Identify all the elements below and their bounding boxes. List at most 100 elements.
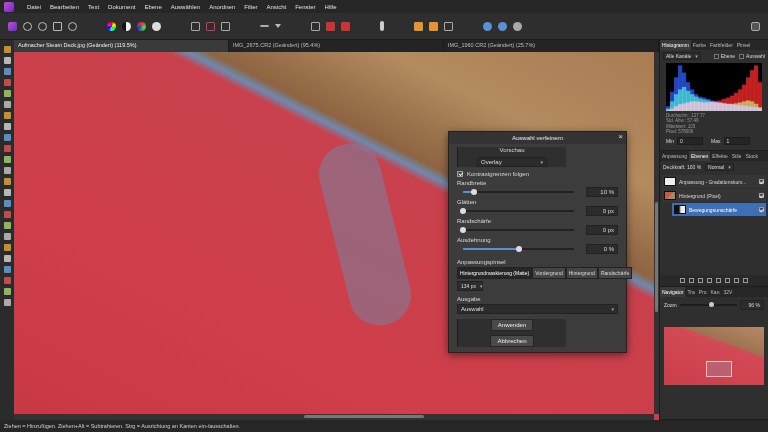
tool-icon[interactable]: [4, 167, 11, 174]
panel-tab[interactable]: Histogramm: [660, 40, 691, 50]
visibility-checkbox[interactable]: [759, 193, 764, 198]
tool-icon[interactable]: [4, 90, 11, 97]
layer-action-icon[interactable]: [743, 278, 748, 283]
snapping-icon[interactable]: [498, 22, 507, 31]
document-tab[interactable]: Aufmacher Steam Deck.jpg (Geändert) (119…: [14, 40, 229, 52]
quick-mask-icon[interactable]: [260, 25, 269, 27]
slider[interactable]: [463, 191, 574, 193]
menu-item[interactable]: Fenster: [295, 4, 315, 10]
tool-icon[interactable]: [4, 211, 11, 218]
panel-tab[interactable]: Pinsel: [735, 40, 753, 50]
value-field[interactable]: 10 %: [586, 187, 618, 197]
visibility-checkbox[interactable]: [759, 207, 764, 212]
menu-item[interactable]: Hilfe: [325, 4, 337, 10]
arrange-icon[interactable]: [414, 22, 423, 31]
tool-icon[interactable]: [4, 244, 11, 251]
layer-row[interactable]: Bewegungsunschärfe: [672, 203, 766, 216]
slider[interactable]: [463, 229, 574, 231]
photo-persona-icon[interactable]: [8, 22, 17, 31]
tool-icon[interactable]: [4, 189, 11, 196]
panel-tab[interactable]: Navigator: [660, 287, 685, 297]
navigator-preview[interactable]: [664, 327, 764, 385]
menu-item[interactable]: Text: [88, 4, 99, 10]
panel-tab[interactable]: Tra: [685, 287, 696, 297]
canvas[interactable]: Auswahl verfeinern×VorschauOverlay▾Kontr…: [14, 52, 659, 420]
document-tab[interactable]: IMG_1960.CR2 (Geändert) (25.7%): [444, 40, 659, 52]
arrange-icon[interactable]: [444, 22, 453, 31]
panel-tab[interactable]: Ebenen: [689, 151, 710, 161]
hsl-icon[interactable]: [137, 22, 146, 31]
panel-tab[interactable]: Pro: [697, 287, 709, 297]
tool-icon[interactable]: [4, 79, 11, 86]
document-tab[interactable]: IMG_2675.CR2 (Geändert) (95.4%): [229, 40, 444, 52]
panel-tab[interactable]: Stock: [744, 151, 761, 161]
color-wheel-icon[interactable]: [107, 22, 116, 31]
visibility-checkbox[interactable]: [759, 179, 764, 184]
layer-action-icon[interactable]: [725, 278, 730, 283]
levels-icon[interactable]: [122, 22, 131, 31]
brush-mode-button[interactable]: Hintergrundmaskierung (Matte): [457, 267, 532, 279]
value-field[interactable]: 0 px: [586, 206, 618, 216]
mode-icon[interactable]: [326, 22, 335, 31]
tool-icon[interactable]: [4, 266, 11, 273]
white-balance-icon[interactable]: [152, 22, 161, 31]
panel-tab[interactable]: Kan: [709, 287, 722, 297]
option-checkbox[interactable]: Auswahl: [739, 53, 765, 59]
mode-icon[interactable]: [311, 22, 320, 31]
slider[interactable]: [463, 210, 574, 212]
tool-icon[interactable]: [4, 222, 11, 229]
preview-dropdown[interactable]: Overlay▾: [477, 157, 547, 167]
panel-tab[interactable]: 32V: [721, 287, 734, 297]
tool-icon[interactable]: [4, 255, 11, 262]
tool-icon[interactable]: [4, 101, 11, 108]
blend-mode-dropdown[interactable]: Normal▾: [705, 163, 734, 171]
brush-mode-button[interactable]: Randschärfe: [598, 267, 632, 279]
brush-mode-button[interactable]: Hintergrund: [566, 267, 598, 279]
layer-action-icon[interactable]: [716, 278, 721, 283]
horizontal-scrollbar[interactable]: [14, 414, 654, 420]
assistant-icon[interactable]: [483, 22, 492, 31]
brush-mode-button[interactable]: Vordergrund: [532, 267, 566, 279]
vertical-scrollbar[interactable]: [654, 52, 659, 414]
invert-icon[interactable]: [221, 22, 230, 31]
panel-tab[interactable]: Anpassung: [660, 151, 689, 161]
liquify-persona-icon[interactable]: [23, 22, 32, 31]
value-field[interactable]: 0 px: [586, 225, 618, 235]
panel-tab[interactable]: Farbfelder: [708, 40, 735, 50]
arrange-icon[interactable]: [429, 22, 438, 31]
channel-dropdown[interactable]: Alle Kanäle▾: [663, 52, 701, 60]
tool-icon[interactable]: [4, 112, 11, 119]
output-dropdown[interactable]: Auswahl▾: [457, 304, 618, 314]
checkbox-icon[interactable]: [457, 171, 463, 177]
menu-item[interactable]: Datei: [27, 4, 41, 10]
menu-item[interactable]: Dokument: [108, 4, 135, 10]
tool-icon[interactable]: [4, 134, 11, 141]
develop-persona-icon[interactable]: [38, 22, 47, 31]
brush-size-dropdown[interactable]: 134 px▾: [457, 281, 483, 291]
layer-action-icon[interactable]: [680, 278, 685, 283]
layer-row[interactable]: Anpassung - Gradationskurv...: [662, 175, 766, 188]
dropdown-icon[interactable]: [275, 24, 281, 28]
user-icon[interactable]: [751, 22, 760, 31]
tool-icon[interactable]: [4, 57, 11, 64]
menu-item[interactable]: Ansicht: [267, 4, 287, 10]
layer-action-icon[interactable]: [689, 278, 694, 283]
dialog-button[interactable]: Abbrechen: [490, 335, 533, 347]
tool-icon[interactable]: [4, 288, 11, 295]
menu-item[interactable]: Ebene: [144, 4, 161, 10]
tool-icon[interactable]: [4, 299, 11, 306]
tool-icon[interactable]: [4, 178, 11, 185]
min-field[interactable]: 0: [677, 137, 703, 145]
layer-action-icon[interactable]: [734, 278, 739, 283]
brush-icon[interactable]: [380, 21, 384, 31]
tool-icon[interactable]: [4, 68, 11, 75]
menu-item[interactable]: Bearbeiten: [50, 4, 79, 10]
panel-tab[interactable]: Effekte: [710, 151, 729, 161]
menu-item[interactable]: Auswählen: [171, 4, 200, 10]
select-all-icon[interactable]: [191, 22, 200, 31]
layer-row[interactable]: Hintergrund (Pixel): [662, 189, 766, 202]
menu-item[interactable]: Filter: [244, 4, 257, 10]
tool-icon[interactable]: [4, 277, 11, 284]
tool-icon[interactable]: [4, 123, 11, 130]
panel-tab[interactable]: Stile: [730, 151, 744, 161]
